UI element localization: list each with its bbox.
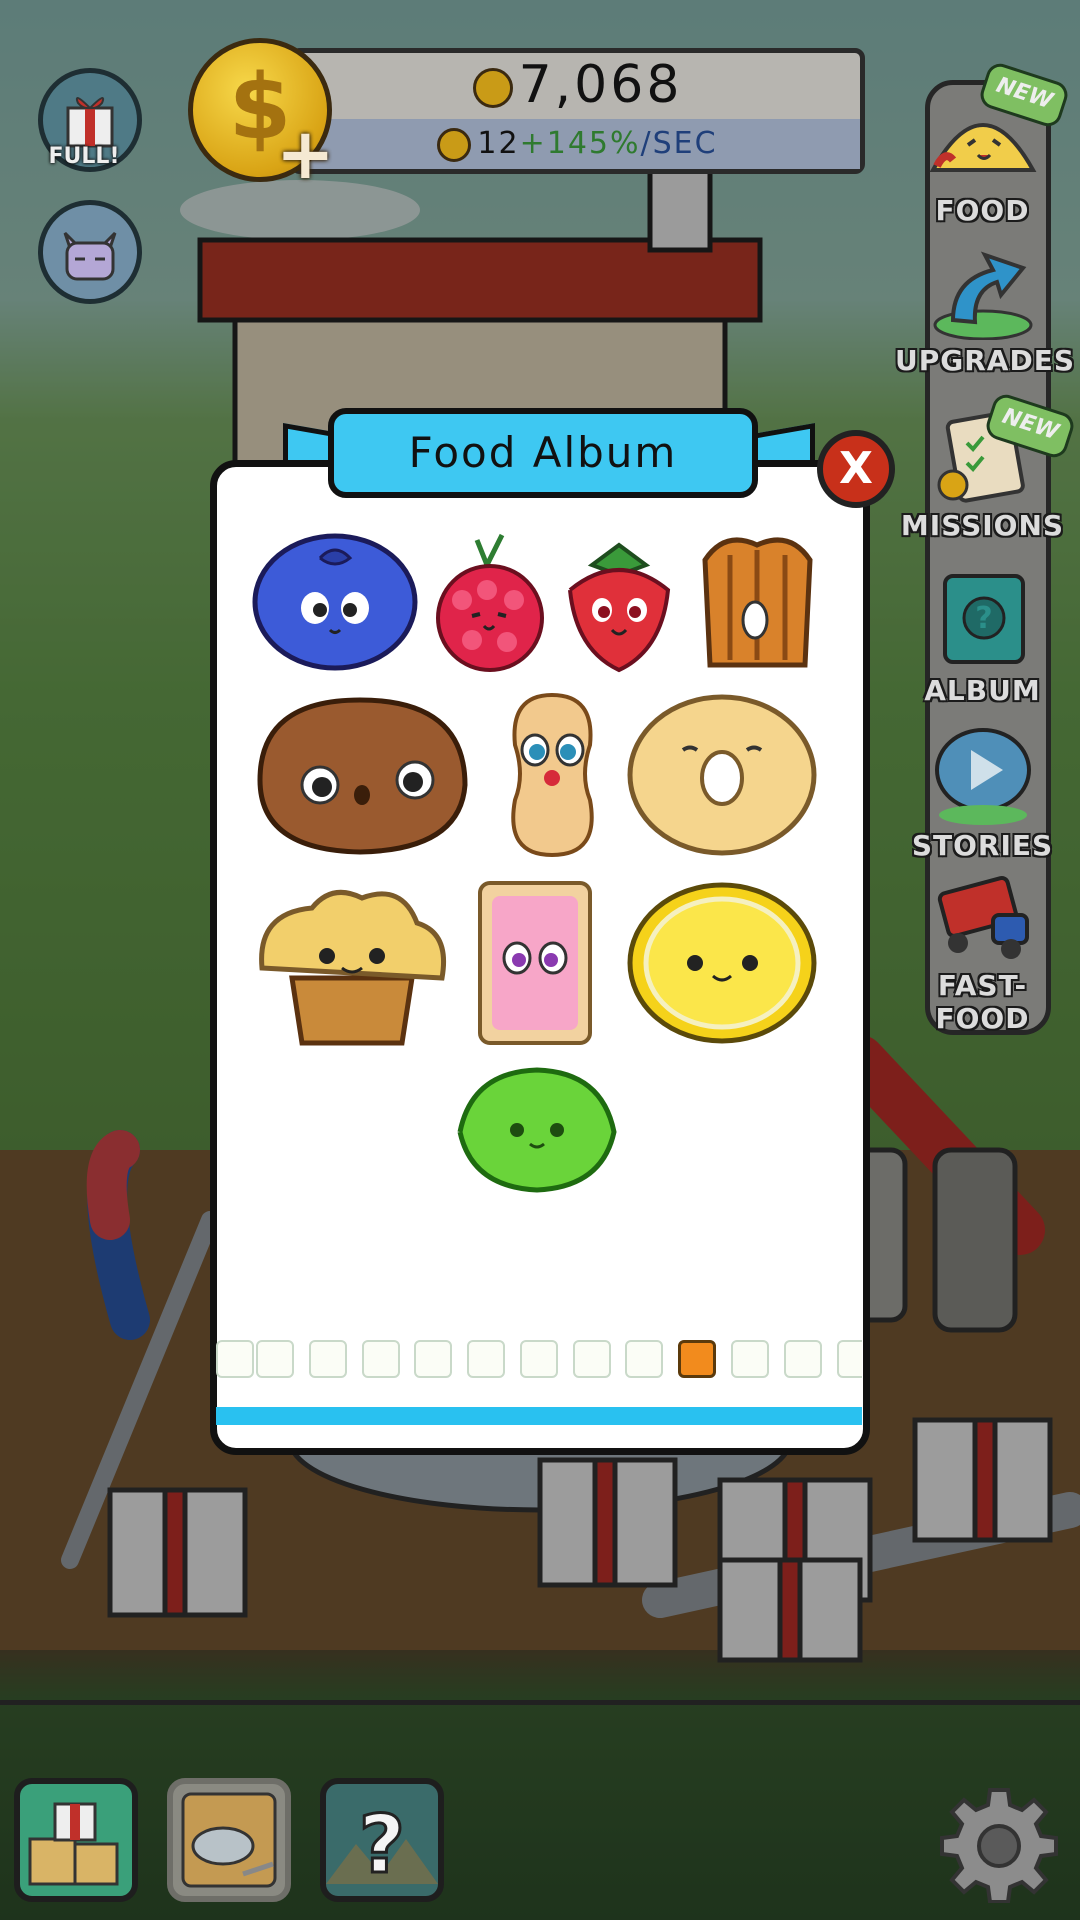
- dialog-title: Food Album: [328, 408, 758, 498]
- food-pecan[interactable]: [695, 530, 820, 675]
- cat-face-icon: [63, 231, 117, 281]
- page-thumbnail[interactable]: [414, 1340, 452, 1378]
- food-raspberry[interactable]: [432, 530, 547, 675]
- rate-unit: /SEC: [640, 126, 718, 161]
- gifts-button[interactable]: [14, 1778, 138, 1902]
- page-thumbnail[interactable]: [467, 1340, 505, 1378]
- food-peanut[interactable]: [500, 690, 605, 860]
- truck-icon: [937, 876, 1029, 959]
- arrow-up-icon: [933, 251, 1032, 341]
- page-thumbnail[interactable]: [256, 1340, 294, 1378]
- page-thumbnail[interactable]: [216, 1340, 254, 1378]
- page-thumbnail[interactable]: [309, 1340, 347, 1378]
- album-scroll-bar[interactable]: [216, 1407, 862, 1425]
- food-donut[interactable]: [625, 690, 820, 860]
- page-thumbnail[interactable]: [625, 1340, 663, 1378]
- food-toaster-pastry[interactable]: [475, 878, 595, 1048]
- page-thumbnail[interactable]: [784, 1340, 822, 1378]
- food-walnut[interactable]: [250, 690, 475, 860]
- gift-full-label: FULL!: [48, 144, 120, 169]
- question-mark-icon: ?: [326, 1797, 438, 1893]
- album-book-icon: ?: [942, 574, 1025, 664]
- gift-boxes-icon: [28, 1802, 119, 1886]
- plate-table-icon: [181, 1792, 277, 1888]
- sleeping-cat-button[interactable]: [38, 200, 142, 304]
- page-thumbnail-selected[interactable]: [678, 1340, 716, 1378]
- coin-rate: 12+145%/SEC: [295, 119, 860, 169]
- plus-icon[interactable]: +: [276, 119, 335, 189]
- food-lime[interactable]: [452, 1062, 622, 1197]
- food-blueberry[interactable]: [250, 530, 420, 675]
- play-bubble-icon: [934, 728, 1031, 825]
- coin-icon: [472, 68, 513, 108]
- page-thumbnail[interactable]: [837, 1340, 862, 1378]
- page-thumbnail[interactable]: [573, 1340, 611, 1378]
- food-muffin[interactable]: [252, 878, 452, 1048]
- page-thumbnail[interactable]: [520, 1340, 558, 1378]
- svg-text:?: ?: [359, 1798, 405, 1891]
- page-thumbnail[interactable]: [731, 1340, 769, 1378]
- coin-total: 7,068: [295, 53, 860, 115]
- menu-upgrades-button[interactable]: UPGRADES: [895, 240, 1074, 377]
- mystery-button[interactable]: ?: [320, 1778, 444, 1902]
- food-lemon-slice[interactable]: [625, 878, 820, 1048]
- menu-fast-food-button[interactable]: FAST-FOOD: [895, 865, 1070, 1035]
- settings-gear-icon[interactable]: [940, 1785, 1058, 1903]
- table-button[interactable]: [167, 1778, 291, 1902]
- svg-text:?: ?: [975, 601, 992, 636]
- coin-icon: [437, 127, 472, 162]
- menu-stories-button[interactable]: STORIES: [895, 725, 1070, 862]
- close-button[interactable]: X: [817, 430, 895, 508]
- rate-bonus: +145%: [519, 126, 641, 161]
- menu-album-button[interactable]: ? ALBUM: [895, 570, 1070, 707]
- page-thumbnail[interactable]: [362, 1340, 400, 1378]
- album-page-thumbnails: [216, 1340, 862, 1382]
- coin-counter-panel: 7,068 12+145%/SEC: [290, 48, 865, 174]
- food-strawberry[interactable]: [562, 530, 677, 675]
- rate-base: 12: [477, 126, 520, 161]
